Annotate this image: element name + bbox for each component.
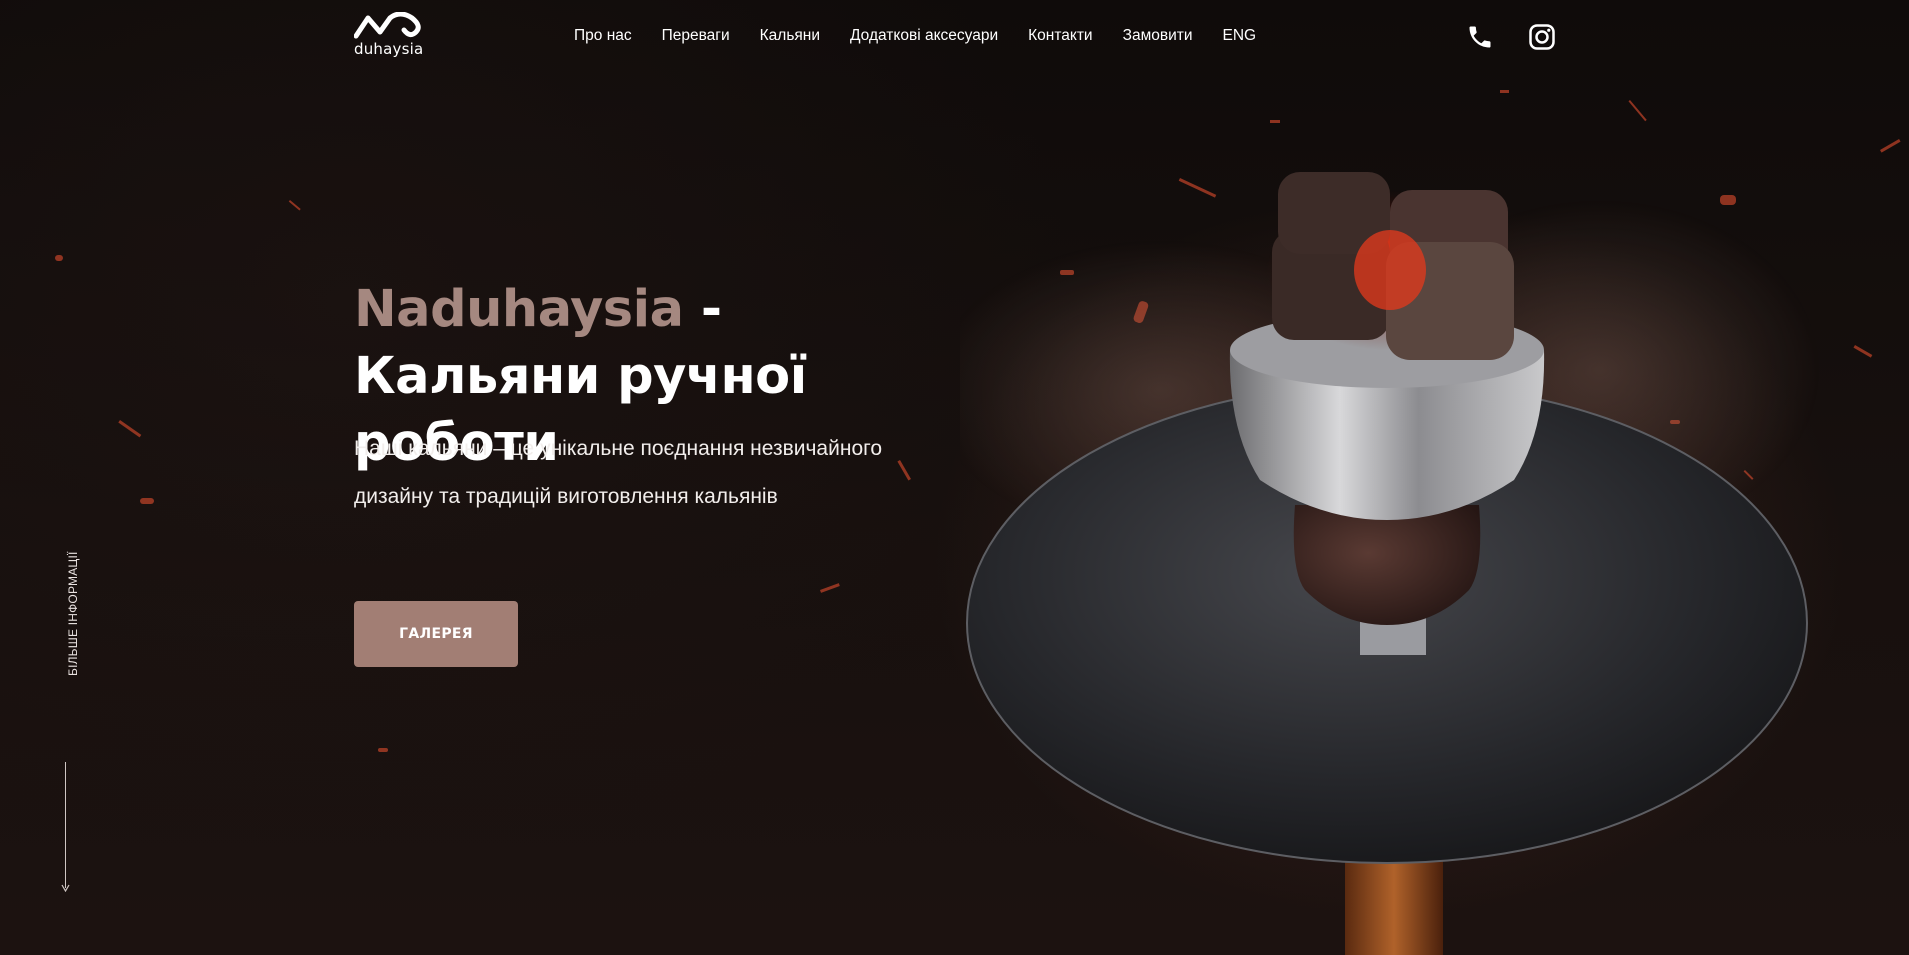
main-nav: Про нас Переваги Кальяни Додаткові аксес…: [574, 27, 1256, 45]
nav-hookahs[interactable]: Кальяни: [760, 27, 820, 45]
nav-contacts[interactable]: Контакти: [1028, 27, 1092, 45]
gallery-button[interactable]: ГАЛЕРЕЯ: [354, 601, 518, 667]
nav-language-eng[interactable]: ENG: [1223, 27, 1257, 45]
more-info-link[interactable]: БІЛЬШЕ ІНФОРМАЦІЇ: [66, 551, 80, 676]
logo-mark-icon: [353, 11, 421, 39]
nav-about[interactable]: Про нас: [574, 27, 632, 45]
nav-advantages[interactable]: Переваги: [662, 27, 730, 45]
nav-accessories[interactable]: Додаткові аксесуари: [850, 27, 998, 45]
hero-subtitle: Наші кальяни – це унікальне поєднання не…: [354, 437, 882, 508]
hookah-bowl-image: [960, 172, 1820, 955]
logo-text: duhaysia: [354, 40, 424, 58]
instagram-icon[interactable]: [1528, 23, 1556, 51]
nav-order[interactable]: Замовити: [1123, 27, 1193, 45]
brand-name: Naduhaysia: [354, 280, 684, 339]
phone-icon[interactable]: [1466, 23, 1494, 51]
logo[interactable]: duhaysia: [353, 11, 426, 60]
scroll-line: [65, 762, 66, 888]
arrow-down-icon: [61, 884, 70, 892]
